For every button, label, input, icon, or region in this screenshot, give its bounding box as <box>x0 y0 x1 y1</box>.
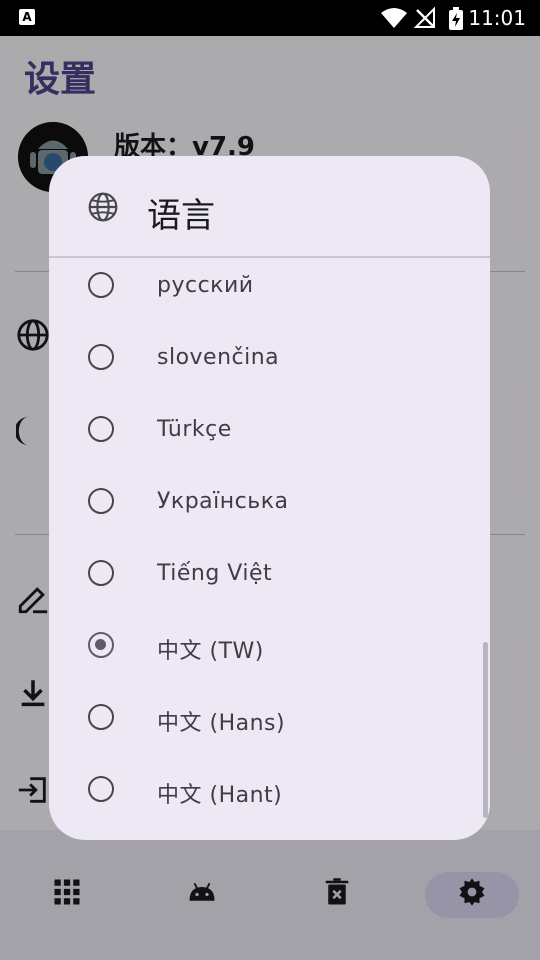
radio-button[interactable] <box>88 776 114 802</box>
language-option[interactable]: русский <box>49 252 490 324</box>
language-option-label: 中文 (TW) <box>157 639 264 664</box>
app-notification-icon: A <box>19 9 35 25</box>
status-bar: A 11:01 <box>0 0 540 36</box>
language-option-label: 中文 (Hans) <box>157 711 286 736</box>
language-option-label: 中文 (Hant) <box>157 783 283 808</box>
radio-button[interactable] <box>88 560 114 586</box>
radio-button-checked[interactable] <box>88 632 114 658</box>
language-option-selected[interactable]: 中文 (TW) <box>49 612 490 684</box>
dialog-title: 语言 <box>147 196 215 236</box>
globe-icon <box>88 192 118 222</box>
status-time: 11:01 <box>468 6 526 30</box>
language-option-label: slovenčina <box>157 345 280 370</box>
language-option[interactable]: Українська <box>49 468 490 540</box>
language-option[interactable]: 中文 (Hans) <box>49 684 490 756</box>
dialog-header: 语言 <box>49 156 490 256</box>
language-option[interactable]: slovenčina <box>49 324 490 396</box>
battery-charging-icon <box>449 7 463 30</box>
language-dialog: 语言 русский slovenčina Türkçe Українська … <box>49 156 490 840</box>
no-signal-icon <box>414 7 435 28</box>
radio-button[interactable] <box>88 416 114 442</box>
language-option-label: Türkçe <box>157 417 232 442</box>
language-option[interactable]: 中文 (Hant) <box>49 756 490 828</box>
language-option[interactable]: Tiếng Việt <box>49 540 490 612</box>
language-option-list: русский slovenčina Türkçe Українська Tiế… <box>49 252 490 828</box>
radio-button[interactable] <box>88 272 114 298</box>
radio-button[interactable] <box>88 704 114 730</box>
language-option-label: русский <box>157 273 254 298</box>
scrollbar[interactable] <box>483 642 488 818</box>
radio-button[interactable] <box>88 344 114 370</box>
language-option[interactable]: Türkçe <box>49 396 490 468</box>
language-option-label: Українська <box>157 489 289 514</box>
radio-button[interactable] <box>88 488 114 514</box>
wifi-icon <box>381 8 407 28</box>
language-option-label: Tiếng Việt <box>157 561 273 586</box>
